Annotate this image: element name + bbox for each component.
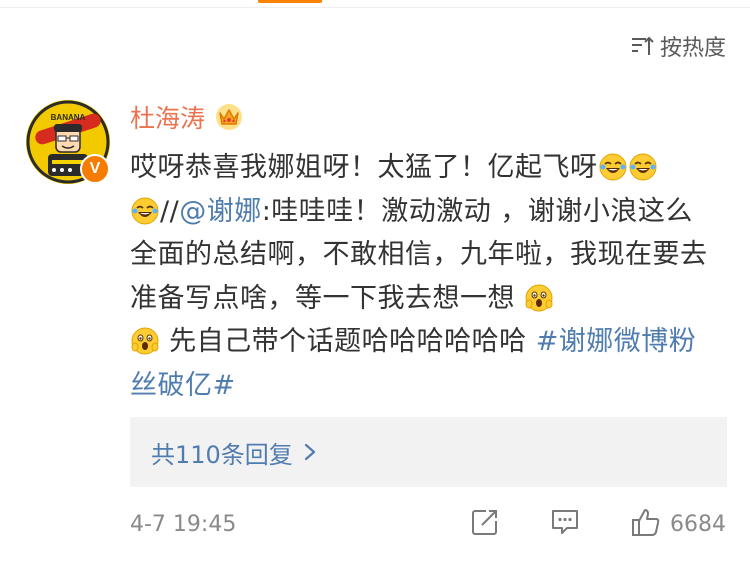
comment-page: 按热度 BANANA V 杜海涛 哎呀恭喜我娜姐呀！太猛了！亿起飞呀 //@谢娜… <box>0 0 750 561</box>
top-divider <box>0 7 750 8</box>
like-count: 6684 <box>670 511 726 537</box>
verified-badge: V <box>80 154 110 184</box>
sort-button[interactable]: 按热度 <box>630 30 726 62</box>
comment-text: 哎呀恭喜我娜姐呀！太猛了！亿起飞呀 //@谢娜:哇哇哇！激动激动 ，谢谢小浪这么… <box>130 146 710 407</box>
comment-text-part4: 先自己带个话题哈哈哈哈哈哈 <box>169 326 527 357</box>
laugh-cry-emoji <box>131 197 159 224</box>
scream-emoji <box>525 284 553 311</box>
laugh-cry-emoji <box>629 153 656 181</box>
avatar-logo-text: BANANA <box>51 113 86 122</box>
replies-count-label: 共110条回复 <box>151 440 293 469</box>
view-replies-button[interactable]: 共110条回复 <box>130 417 727 487</box>
comment-footer: 4-7 19:45 6684 <box>130 506 726 542</box>
comment-icon <box>550 507 580 541</box>
comment-button[interactable] <box>550 507 580 541</box>
mention-link[interactable]: @谢娜 <box>179 196 262 227</box>
like-icon <box>630 506 662 542</box>
timestamp: 4-7 19:45 <box>130 511 237 537</box>
username-row: 杜海涛 <box>130 102 243 136</box>
scream-emoji <box>131 327 159 355</box>
tab-indicator <box>258 0 322 3</box>
chevron-right-icon <box>303 442 317 462</box>
sort-icon <box>630 34 654 58</box>
sort-label: 按热度 <box>659 36 726 61</box>
like-button[interactable]: 6684 <box>630 506 726 542</box>
username[interactable]: 杜海涛 <box>130 102 205 136</box>
share-button[interactable] <box>470 507 500 541</box>
laugh-cry-emoji <box>599 153 626 181</box>
comment-text-part1: 哎呀恭喜我娜姐呀！太猛了！亿起飞呀 <box>130 152 598 183</box>
comment-text-part2: // <box>160 195 180 227</box>
crown-icon[interactable] <box>215 103 243 135</box>
action-bar: 6684 <box>470 506 726 542</box>
share-icon <box>470 507 500 541</box>
